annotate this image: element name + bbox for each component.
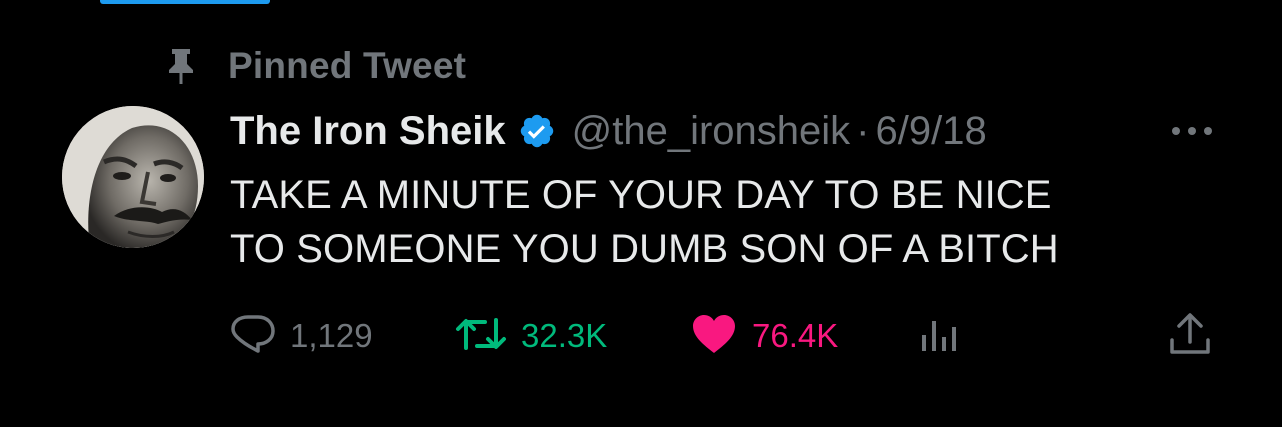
like-button[interactable]: 76.4K: [690, 310, 838, 362]
active-tab-indicator: [100, 0, 270, 4]
tweet-text-line: TO SOMEONE YOU DUMB SON OF A BITCH: [230, 227, 1059, 271]
separator-dot: ·: [856, 108, 870, 153]
share-icon: [1166, 312, 1214, 361]
retweet-count: 32.3K: [521, 317, 608, 354]
display-name[interactable]: The Iron Sheik: [230, 109, 506, 154]
more-options-icon[interactable]: [1166, 118, 1218, 144]
like-count: 76.4K: [752, 317, 839, 354]
share-button[interactable]: [1166, 310, 1214, 362]
tweet-text-line: TAKE A MINUTE OF YOUR DAY TO BE NICE: [230, 173, 1052, 217]
reply-count: 1,129: [290, 317, 373, 354]
heart-icon: [690, 313, 738, 360]
verified-badge-icon[interactable]: [518, 112, 556, 150]
reply-icon: [230, 313, 276, 360]
retweet-icon: [455, 314, 507, 359]
pinned-tweet-label-row: Pinned Tweet: [165, 42, 466, 90]
analytics-icon: [918, 313, 964, 360]
tweet-date[interactable]: 6/9/18: [875, 109, 986, 154]
pinned-tweet-text: Pinned Tweet: [228, 45, 467, 86]
tweet-header: The Iron Sheik @the_ironsheik · 6/9/18: [230, 106, 987, 156]
user-handle[interactable]: @the_ironsheik: [572, 109, 851, 154]
tweet-text: TAKE A MINUTE OF YOUR DAY TO BE NICE TO …: [230, 168, 1230, 276]
reply-button[interactable]: 1,129: [230, 310, 373, 362]
view-analytics-button[interactable]: [918, 310, 964, 362]
pin-icon: [165, 46, 197, 86]
retweet-button[interactable]: 32.3K: [455, 310, 607, 362]
avatar[interactable]: [62, 106, 204, 248]
